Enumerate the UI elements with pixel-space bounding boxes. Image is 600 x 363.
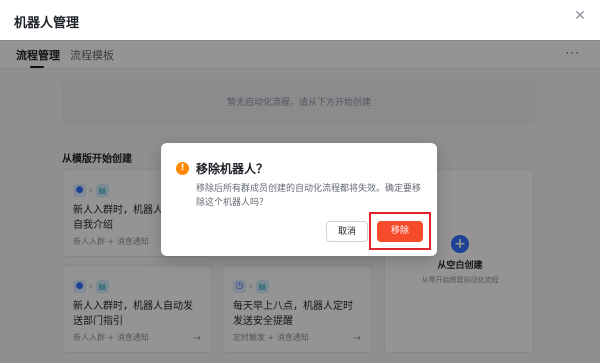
- warning-icon: !: [176, 162, 189, 175]
- cancel-button[interactable]: 取消: [326, 221, 368, 242]
- annotation-highlight-box: [369, 212, 431, 250]
- dialog-title: 移除机器人？: [196, 162, 269, 176]
- title-overlay: [0, 0, 600, 40]
- confirm-dialog: ! 移除机器人？ 移除后所有群成员创建的自动化流程都将失效。确定要移除这个机器人…: [161, 143, 437, 256]
- robot-management-window: 机器人管理 ✕ 流程管理 流程模板 ··· 暂无自动化流程，请从下方开始创建 从…: [0, 0, 600, 363]
- dialog-message: 移除后所有群成员创建的自动化流程都将失效。确定要移除这个机器人吗？: [196, 184, 422, 208]
